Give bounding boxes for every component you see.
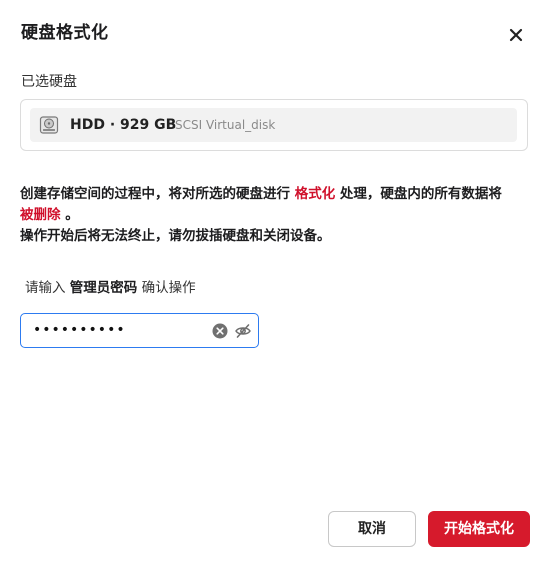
warning-text-1: 创建存储空间的过程中，将对所选的硬盘进行 bbox=[20, 186, 295, 202]
format-warning-text: 创建存储空间的过程中，将对所选的硬盘进行 格式化 处理，硬盘内的所有数据将 被删… bbox=[20, 184, 535, 247]
warning-text-2: 处理，硬盘内的所有数据将 bbox=[335, 186, 502, 202]
format-disk-dialog: 硬盘格式化 已选硬盘 HDD · 929 GB SCSI Virtual_dis… bbox=[0, 0, 551, 569]
admin-password-input[interactable]: •••••••••• bbox=[20, 313, 259, 348]
disk-name: HDD · 929 GB bbox=[70, 117, 177, 133]
password-value[interactable]: •••••••••• bbox=[33, 321, 126, 339]
eye-off-icon[interactable] bbox=[234, 322, 252, 340]
warning-highlight-format: 格式化 bbox=[294, 186, 336, 202]
prompt-suffix: 确认操作 bbox=[137, 280, 196, 296]
close-icon[interactable] bbox=[505, 24, 527, 46]
prompt-prefix: 请输入 bbox=[25, 280, 70, 296]
dialog-title: 硬盘格式化 bbox=[21, 23, 109, 43]
clear-icon[interactable] bbox=[211, 322, 229, 340]
cancel-button[interactable]: 取消 bbox=[328, 511, 416, 547]
disk-item: HDD · 929 GB SCSI Virtual_disk bbox=[30, 108, 517, 142]
disk-description: SCSI Virtual_disk bbox=[175, 118, 276, 132]
prompt-admin-password: 管理员密码 bbox=[69, 280, 138, 296]
warning-text-4: 操作开始后将无法终止，请勿拔插硬盘和关闭设备。 bbox=[20, 228, 331, 244]
selected-disk-card: HDD · 929 GB SCSI Virtual_disk bbox=[20, 99, 528, 151]
hard-drive-icon bbox=[39, 116, 59, 134]
warning-highlight-delete: 被删除 bbox=[20, 207, 61, 223]
warning-text-3: 。 bbox=[60, 207, 79, 223]
selected-disk-label: 已选硬盘 bbox=[21, 74, 77, 90]
password-prompt: 请输入 管理员密码 确认操作 bbox=[25, 278, 196, 298]
start-format-button[interactable]: 开始格式化 bbox=[428, 511, 530, 547]
